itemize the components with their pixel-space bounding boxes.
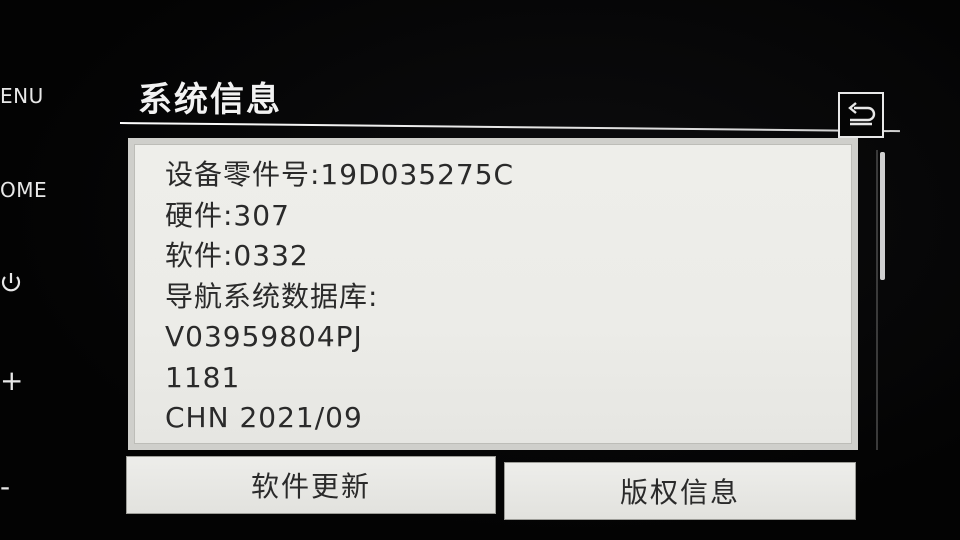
home-label: OME <box>0 178 48 202</box>
software-update-button[interactable]: 软件更新 <box>126 456 496 514</box>
volume-up-side-button[interactable]: + <box>0 364 24 397</box>
scrollbar-thumb[interactable] <box>880 152 885 280</box>
plus-label: + <box>0 364 24 397</box>
system-info-screen: ENU OME + - 系统信息 设备零件号:19D035275C 硬件:307… <box>0 0 960 540</box>
power-icon <box>1 273 21 292</box>
menu-side-button[interactable]: ENU <box>0 84 44 108</box>
home-side-button[interactable]: OME <box>0 178 47 202</box>
info-line-nav-database-id: V03959804PJ <box>165 320 363 353</box>
copyright-info-label: 版权信息 <box>619 476 740 509</box>
info-line-hardware: 硬件:307 <box>165 198 290 232</box>
info-line-software: 软件:0332 <box>165 239 309 272</box>
minus-label: - <box>0 470 11 503</box>
power-side-button[interactable] <box>0 270 22 298</box>
copyright-info-button[interactable]: 版权信息 <box>504 462 856 520</box>
page-title: 系统信息 <box>138 80 282 120</box>
back-button[interactable] <box>838 92 884 138</box>
info-line-nav-database-label: 导航系统数据库: <box>165 279 379 313</box>
software-update-label: 软件更新 <box>250 470 371 503</box>
info-list: 设备零件号:19D035275C 硬件:307 软件:0332 导航系统数据库:… <box>134 144 852 444</box>
scrollbar-track[interactable] <box>876 150 878 450</box>
back-arrow-icon <box>848 102 876 126</box>
info-line-part-number: 设备零件号:19D035275C <box>165 158 515 191</box>
title-divider <box>119 122 900 133</box>
info-panel: 设备零件号:19D035275C 硬件:307 软件:0332 导航系统数据库:… <box>128 138 858 450</box>
info-line-nav-database-version: 1181 <box>165 360 241 394</box>
info-line-nav-database-region: CHN 2021/09 <box>165 401 363 434</box>
volume-down-side-button[interactable]: - <box>0 470 11 503</box>
menu-label: ENU <box>0 84 44 108</box>
